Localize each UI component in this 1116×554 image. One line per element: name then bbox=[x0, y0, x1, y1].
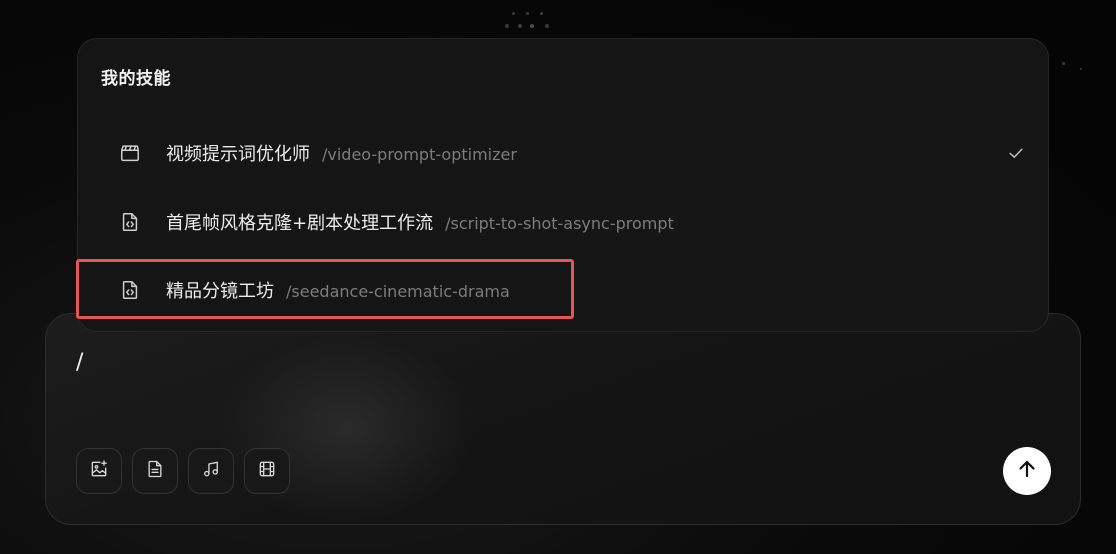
skill-item-script-to-shot[interactable]: 首尾帧风格克隆+剧本处理工作流/script-to-shot-async-pro… bbox=[78, 194, 1048, 250]
code-file-icon bbox=[119, 211, 141, 233]
skills-popup-title: 我的技能 bbox=[101, 69, 171, 89]
code-file-icon bbox=[119, 279, 141, 301]
input-glow bbox=[216, 334, 476, 524]
skill-item-label: 首尾帧风格克隆+剧本处理工作流/script-to-shot-async-pro… bbox=[166, 213, 674, 234]
skill-item-video-prompt-optimizer[interactable]: 视频提示词优化师/video-prompt-optimizer bbox=[78, 125, 1048, 181]
skill-item-label: 精品分镜工坊/seedance-cinematic-drama bbox=[166, 281, 510, 302]
skill-item-command: /video-prompt-optimizer bbox=[322, 145, 517, 164]
skill-item-seedance-cinematic-drama[interactable]: 精品分镜工坊/seedance-cinematic-drama bbox=[78, 262, 1048, 318]
skill-item-command: /script-to-shot-async-prompt bbox=[445, 214, 674, 233]
send-button[interactable] bbox=[1003, 447, 1051, 495]
film-icon bbox=[257, 459, 277, 483]
skills-popup: 我的技能 视频提示词优化师/video-prompt-optimizer 首尾帧… bbox=[77, 38, 1049, 332]
document-icon bbox=[145, 459, 165, 483]
composer-input-box[interactable]: / bbox=[45, 313, 1081, 525]
skill-item-label: 视频提示词优化师/video-prompt-optimizer bbox=[166, 144, 517, 165]
app-stage: 我的技能 视频提示词优化师/video-prompt-optimizer 首尾帧… bbox=[0, 0, 1116, 554]
add-document-button[interactable] bbox=[132, 448, 178, 494]
add-image-button[interactable] bbox=[76, 448, 122, 494]
add-video-button[interactable] bbox=[244, 448, 290, 494]
check-icon bbox=[1006, 143, 1026, 163]
skill-item-command: /seedance-cinematic-drama bbox=[286, 282, 510, 301]
composer-input[interactable]: / bbox=[76, 350, 83, 375]
add-audio-button[interactable] bbox=[188, 448, 234, 494]
music-note-icon bbox=[201, 459, 221, 483]
clapperboard-icon bbox=[119, 142, 141, 164]
arrow-up-icon bbox=[1015, 457, 1039, 485]
image-add-icon bbox=[89, 459, 109, 483]
